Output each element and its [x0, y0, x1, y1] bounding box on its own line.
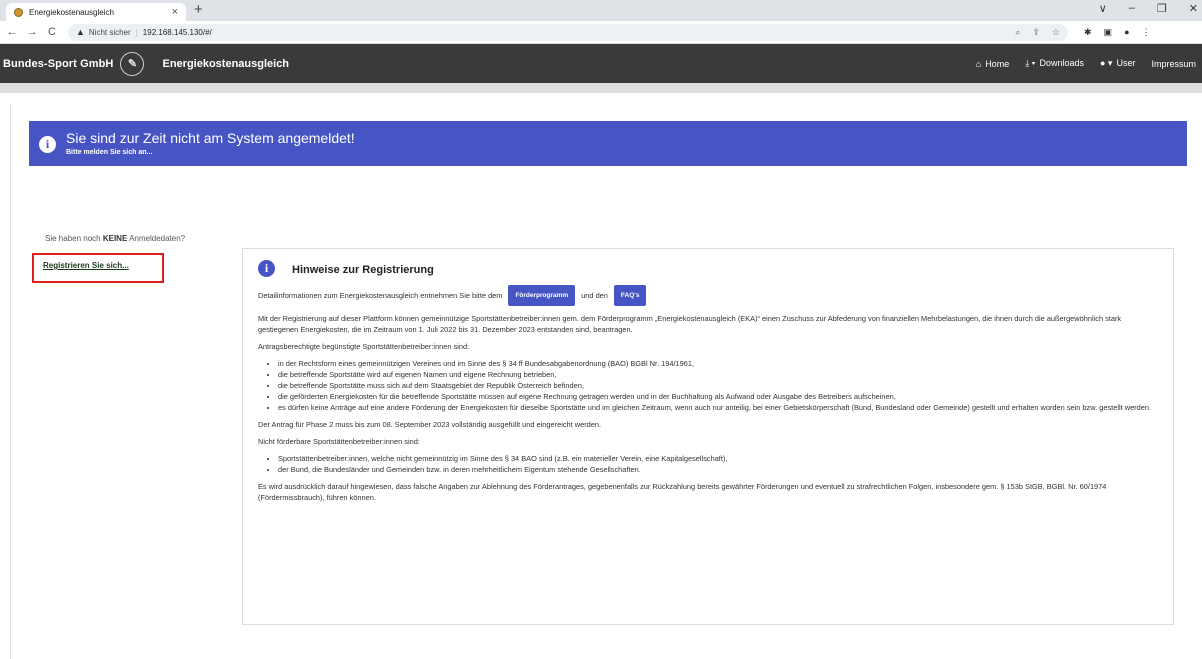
close-window-icon[interactable]: ✕: [1189, 2, 1198, 15]
ineligible-list: Sportstättenbetreiber:innen, welche nich…: [278, 453, 1163, 475]
app-navbar: Bundes-Sport GmbH ✎ Energiekostenausglei…: [0, 44, 1202, 83]
faq-button[interactable]: FAQ's: [613, 285, 647, 306]
info-icon: i: [39, 136, 56, 153]
tab-search-icon[interactable]: ∨: [1099, 2, 1107, 15]
intro-row: Detailinformationen zum Energiekostenaus…: [258, 285, 1163, 306]
list-item: der Bund, die Bundesländer und Gemeinden…: [278, 464, 1163, 475]
warning-text: Es wird ausdrücklich darauf hingewiesen,…: [258, 482, 1107, 502]
security-label[interactable]: Nicht sicher: [89, 28, 131, 37]
tab-title: Energiekostenausgleich: [29, 7, 114, 17]
warning-icon[interactable]: ▲: [76, 27, 85, 37]
intro-text: Detailinformationen zum Energiekostenaus…: [258, 291, 503, 300]
app-title[interactable]: Energiekostenausgleich: [162, 58, 289, 70]
card-body: Detailinformationen zum Energiekostenaus…: [258, 285, 1163, 509]
window-controls: ∨ – ❐ ✕: [1099, 2, 1198, 15]
zoom-icon[interactable]: ⌕: [1015, 27, 1020, 38]
foerderprogramm-button[interactable]: Förderprogramm: [508, 285, 576, 306]
alert-title: Sie sind zur Zeit nicht am System angeme…: [66, 130, 355, 146]
bookmark-star-icon[interactable]: ☆: [1052, 27, 1060, 38]
minimize-icon[interactable]: –: [1129, 2, 1135, 15]
favicon-icon: [14, 7, 23, 17]
extension-icons: ✱ ▣ ● ⋮: [1084, 27, 1151, 38]
home-icon: ⌂: [975, 58, 982, 69]
registration-paragraph: Mit der Registrierung auf dieser Plattfo…: [258, 314, 1122, 334]
ineligible-heading: Nicht förderbare Sportstättenbetreiber:i…: [258, 437, 420, 446]
brand-logo-icon[interactable]: ✎: [120, 51, 145, 76]
nav-item-home[interactable]: ⌂ Home: [976, 59, 1009, 69]
list-item: die geförderten Energiekosten für die be…: [278, 391, 1163, 402]
nav-item-downloads[interactable]: ⤓ ▾ Downloads: [1025, 58, 1084, 69]
list-item: in der Rechtsform eines gemeinnützigen V…: [278, 358, 1163, 369]
nav-user-label: User: [1116, 58, 1136, 68]
new-tab-button[interactable]: +: [194, 1, 203, 18]
side-panel-icon[interactable]: ▣: [1104, 27, 1113, 38]
browser-toolbar: ← → C ▲ Nicht sicher | 192.168.145.130/#…: [0, 21, 1202, 44]
tab-close-icon[interactable]: ×: [172, 6, 178, 18]
nav-downloads-label: Downloads: [1039, 58, 1084, 68]
deadline-text: Der Antrag für Phase 2 muss bis zum 08. …: [258, 420, 602, 429]
login-alert: i Sie sind zur Zeit nicht am System ange…: [29, 121, 1187, 166]
nav-home-label: Home: [985, 58, 1010, 69]
brand-name[interactable]: Bundes-Sport GmbH: [3, 58, 113, 70]
list-item: es dürfen keine Anträge auf eine andere …: [278, 402, 1163, 413]
register-highlight: Registrieren Sie sich...: [32, 253, 164, 283]
maximize-icon[interactable]: ❐: [1157, 2, 1167, 15]
navbar-shadow: [0, 83, 1202, 93]
intro-mid-text: und den: [581, 291, 608, 300]
back-icon[interactable]: ←: [4, 26, 20, 38]
url-text[interactable]: 192.168.145.130/#/: [143, 28, 212, 37]
no-account-bold: KEINE: [102, 234, 128, 243]
share-icon[interactable]: ⇪: [1032, 27, 1040, 38]
no-account-prefix: Sie haben noch: [45, 234, 103, 243]
alert-subtitle: Bitte melden Sie sich an...: [66, 149, 153, 156]
register-link[interactable]: Registrieren Sie sich...: [43, 261, 129, 270]
url-actions: ⌕ ⇪ ☆: [1015, 27, 1060, 38]
user-icon: ● ▾: [1100, 58, 1113, 68]
menu-dots-icon[interactable]: ⋮: [1142, 27, 1151, 38]
extensions-icon[interactable]: ✱: [1084, 27, 1092, 38]
forward-icon[interactable]: →: [24, 26, 40, 38]
nav-menu: ⌂ Home ⤓ ▾ Downloads ● ▾ User Impressum: [976, 58, 1196, 69]
browser-tabbar: Energiekostenausgleich × + ∨ – ❐ ✕: [0, 0, 1202, 21]
eligible-heading: Antragsberechtigte begünstigte Sportstät…: [258, 342, 470, 351]
brand[interactable]: Bundes-Sport GmbH ✎: [3, 51, 145, 76]
info-icon: i: [258, 260, 275, 277]
list-item: Sportstättenbetreiber:innen, welche nich…: [278, 453, 1163, 464]
list-item: die betreffende Sportstätte wird auf eig…: [278, 369, 1163, 380]
url-separator: |: [135, 27, 138, 37]
no-account-suffix: Anmeldedaten?: [127, 234, 186, 243]
registration-info-card: i Hinweise zur Registrierung Detailinfor…: [242, 248, 1174, 625]
eligible-list: in der Rechtsform eines gemeinnützigen V…: [278, 358, 1163, 413]
address-bar[interactable]: ▲ Nicht sicher | 192.168.145.130/#/ ⌕ ⇪ …: [68, 23, 1068, 41]
list-item: die betreffende Sportstätte muss sich au…: [278, 380, 1163, 391]
download-icon: ⤓ ▾: [1025, 58, 1036, 68]
no-account-text: Sie haben noch KEINE Anmeldedaten?: [45, 234, 185, 243]
content-divider: [10, 103, 11, 659]
nav-item-user[interactable]: ● ▾ User: [1100, 58, 1135, 69]
profile-icon[interactable]: ●: [1124, 27, 1129, 38]
nav-item-impressum[interactable]: Impressum: [1151, 59, 1196, 69]
card-title: Hinweise zur Registrierung: [292, 264, 434, 276]
reload-icon[interactable]: C: [44, 26, 60, 38]
browser-tab[interactable]: Energiekostenausgleich ×: [6, 3, 186, 21]
